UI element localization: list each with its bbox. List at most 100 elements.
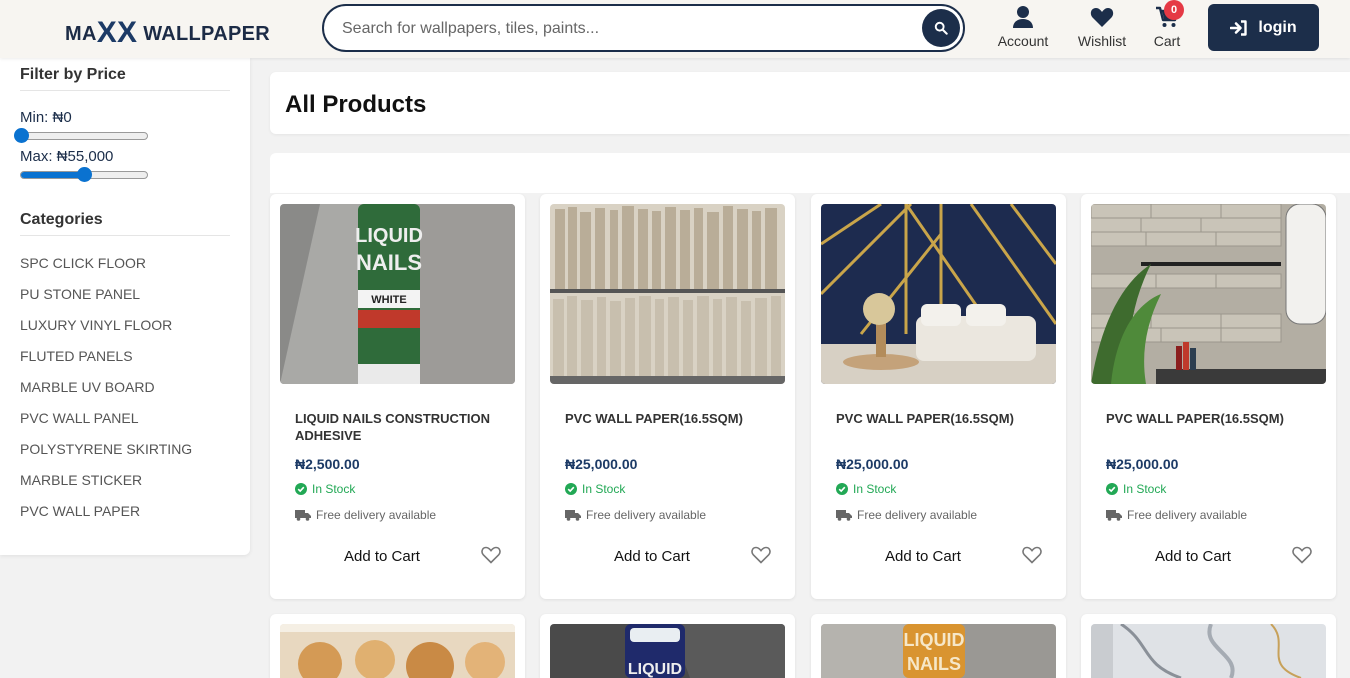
price-filter-title: Filter by Price (20, 66, 230, 91)
delivery-label: Free delivery available (586, 508, 707, 522)
max-price-label: Max: ₦55,000 (20, 148, 114, 165)
product-card[interactable]: PVC WALL PAPER(16.5sqm) ₦25,000.00 In St… (540, 194, 795, 599)
wishlist-link[interactable]: Wishlist (1074, 4, 1130, 49)
toolbar-strip (270, 153, 1350, 193)
product-image[interactable]: LIQUID NAILS (821, 624, 1056, 678)
category-item[interactable]: LUXURY VINYL FLOOR (20, 310, 230, 341)
check-circle-icon (1106, 483, 1118, 495)
truck-icon (836, 510, 852, 521)
category-list: SPC CLICK FLOOR PU STONE PANEL LUXURY VI… (20, 248, 230, 527)
product-image[interactable]: LIQUID NAILS WHITE (280, 204, 515, 384)
product-price: ₦2,500.00 (295, 456, 360, 472)
search-bar (322, 4, 965, 52)
svg-text:WHITE: WHITE (371, 294, 406, 306)
svg-text:LIQUID: LIQUID (904, 630, 965, 650)
add-to-cart-button[interactable]: Add to Cart (1155, 548, 1231, 565)
logo-suffix: WALLPAPER (137, 23, 270, 45)
svg-text:NAILS: NAILS (356, 250, 422, 275)
stock-label: In Stock (853, 482, 897, 496)
product-name[interactable]: LIQUID NAILS CONSTRUCTION ADHESIVE (295, 410, 505, 444)
category-item[interactable]: POLYSTYRENE SKIRTING (20, 434, 230, 465)
add-to-cart-button[interactable]: Add to Cart (344, 548, 420, 565)
product-card[interactable]: PVC WALL PAPER(16.5sqm) ₦25,000.00 In St… (1081, 194, 1336, 599)
heart-outline-icon[interactable] (481, 546, 501, 564)
product-name[interactable]: PVC WALL PAPER(16.5sqm) (836, 410, 1046, 427)
product-price: ₦25,000.00 (565, 456, 638, 472)
heart-icon (1090, 8, 1114, 27)
stock-status: In Stock (295, 482, 355, 496)
max-slider-fill (21, 172, 84, 178)
product-image[interactable] (550, 204, 785, 384)
logo-xx: XX (96, 16, 138, 49)
product-card[interactable] (1081, 614, 1336, 678)
user-icon (1013, 6, 1033, 28)
add-to-cart-button[interactable]: Add to Cart (614, 548, 690, 565)
svg-text:NAILS: NAILS (907, 654, 961, 674)
check-circle-icon (836, 483, 848, 495)
delivery-label: Free delivery available (857, 508, 978, 522)
min-price-slider[interactable] (14, 128, 148, 143)
categories-title: Categories (20, 211, 230, 236)
account-label: Account (997, 33, 1049, 49)
category-item[interactable]: FLUTED PANELS (20, 341, 230, 372)
category-item[interactable]: MARBLE STICKER (20, 465, 230, 496)
min-slider-thumb[interactable] (14, 128, 29, 143)
product-price: ₦25,000.00 (836, 456, 909, 472)
delivery-info: Free delivery available (295, 508, 436, 522)
stock-status: In Stock (1106, 482, 1166, 496)
category-item[interactable]: PU STONE PANEL (20, 279, 230, 310)
heart-outline-icon[interactable] (1292, 546, 1312, 564)
min-price-label: Min: ₦0 (20, 109, 72, 126)
truck-icon (565, 510, 581, 521)
check-circle-icon (565, 483, 577, 495)
cart-label: Cart (1153, 33, 1181, 49)
truck-icon (1106, 510, 1122, 521)
svg-text:LIQUID: LIQUID (628, 661, 682, 678)
max-price-slider[interactable] (20, 167, 148, 182)
category-item[interactable]: SPC CLICK FLOOR (20, 248, 230, 279)
heart-outline-icon[interactable] (1022, 546, 1042, 564)
filter-sidebar: Filter by Price Min: ₦0 Max: ₦55,000 Cat… (0, 58, 250, 555)
cart-link[interactable]: 0 Cart (1150, 0, 1184, 49)
delivery-info: Free delivery available (1106, 508, 1247, 522)
wishlist-label: Wishlist (1077, 33, 1127, 49)
delivery-label: Free delivery available (316, 508, 437, 522)
account-link[interactable]: Account (993, 4, 1053, 49)
delivery-info: Free delivery available (836, 508, 977, 522)
product-card[interactable]: LIQUID NAILS (811, 614, 1066, 678)
product-name[interactable]: PVC WALL PAPER(16.5sqm) (565, 410, 775, 427)
category-item[interactable]: PVC WALL PAPER (20, 496, 230, 527)
stock-label: In Stock (582, 482, 626, 496)
login-button[interactable]: login (1208, 4, 1319, 51)
product-card[interactable]: LIQUID NAILS WHITE LIQUID NAILS CONSTRUC… (270, 194, 525, 599)
cart-count-badge: 0 (1164, 0, 1184, 20)
logo-prefix: MA (65, 23, 97, 45)
search-button[interactable] (922, 9, 960, 47)
page-title-box: All Products (270, 72, 1350, 134)
product-image[interactable] (280, 624, 515, 678)
search-icon (934, 21, 948, 35)
logo[interactable]: MAXX WALLPAPER (65, 14, 270, 49)
product-price: ₦25,000.00 (1106, 456, 1179, 472)
product-image[interactable] (821, 204, 1056, 384)
page-title: All Products (285, 91, 427, 118)
product-card[interactable]: PVC WALL PAPER(16.5sqm) ₦25,000.00 In St… (811, 194, 1066, 599)
stock-status: In Stock (836, 482, 896, 496)
category-item[interactable]: MARBLE UV BOARD (20, 372, 230, 403)
product-image[interactable]: LIQUID (550, 624, 785, 678)
product-name[interactable]: PVC WALL PAPER(16.5sqm) (1106, 410, 1316, 427)
stock-label: In Stock (312, 482, 356, 496)
product-image[interactable] (1091, 624, 1326, 678)
add-to-cart-button[interactable]: Add to Cart (885, 548, 961, 565)
category-item[interactable]: PVC WALL PANEL (20, 403, 230, 434)
product-image[interactable] (1091, 204, 1326, 384)
product-card[interactable]: LIQUID (540, 614, 795, 678)
stock-label: In Stock (1123, 482, 1167, 496)
heart-outline-icon[interactable] (751, 546, 771, 564)
max-slider-thumb[interactable] (77, 167, 92, 182)
truck-icon (295, 510, 311, 521)
stock-status: In Stock (565, 482, 625, 496)
search-input[interactable] (342, 17, 902, 41)
product-card[interactable] (270, 614, 525, 678)
delivery-label: Free delivery available (1127, 508, 1248, 522)
